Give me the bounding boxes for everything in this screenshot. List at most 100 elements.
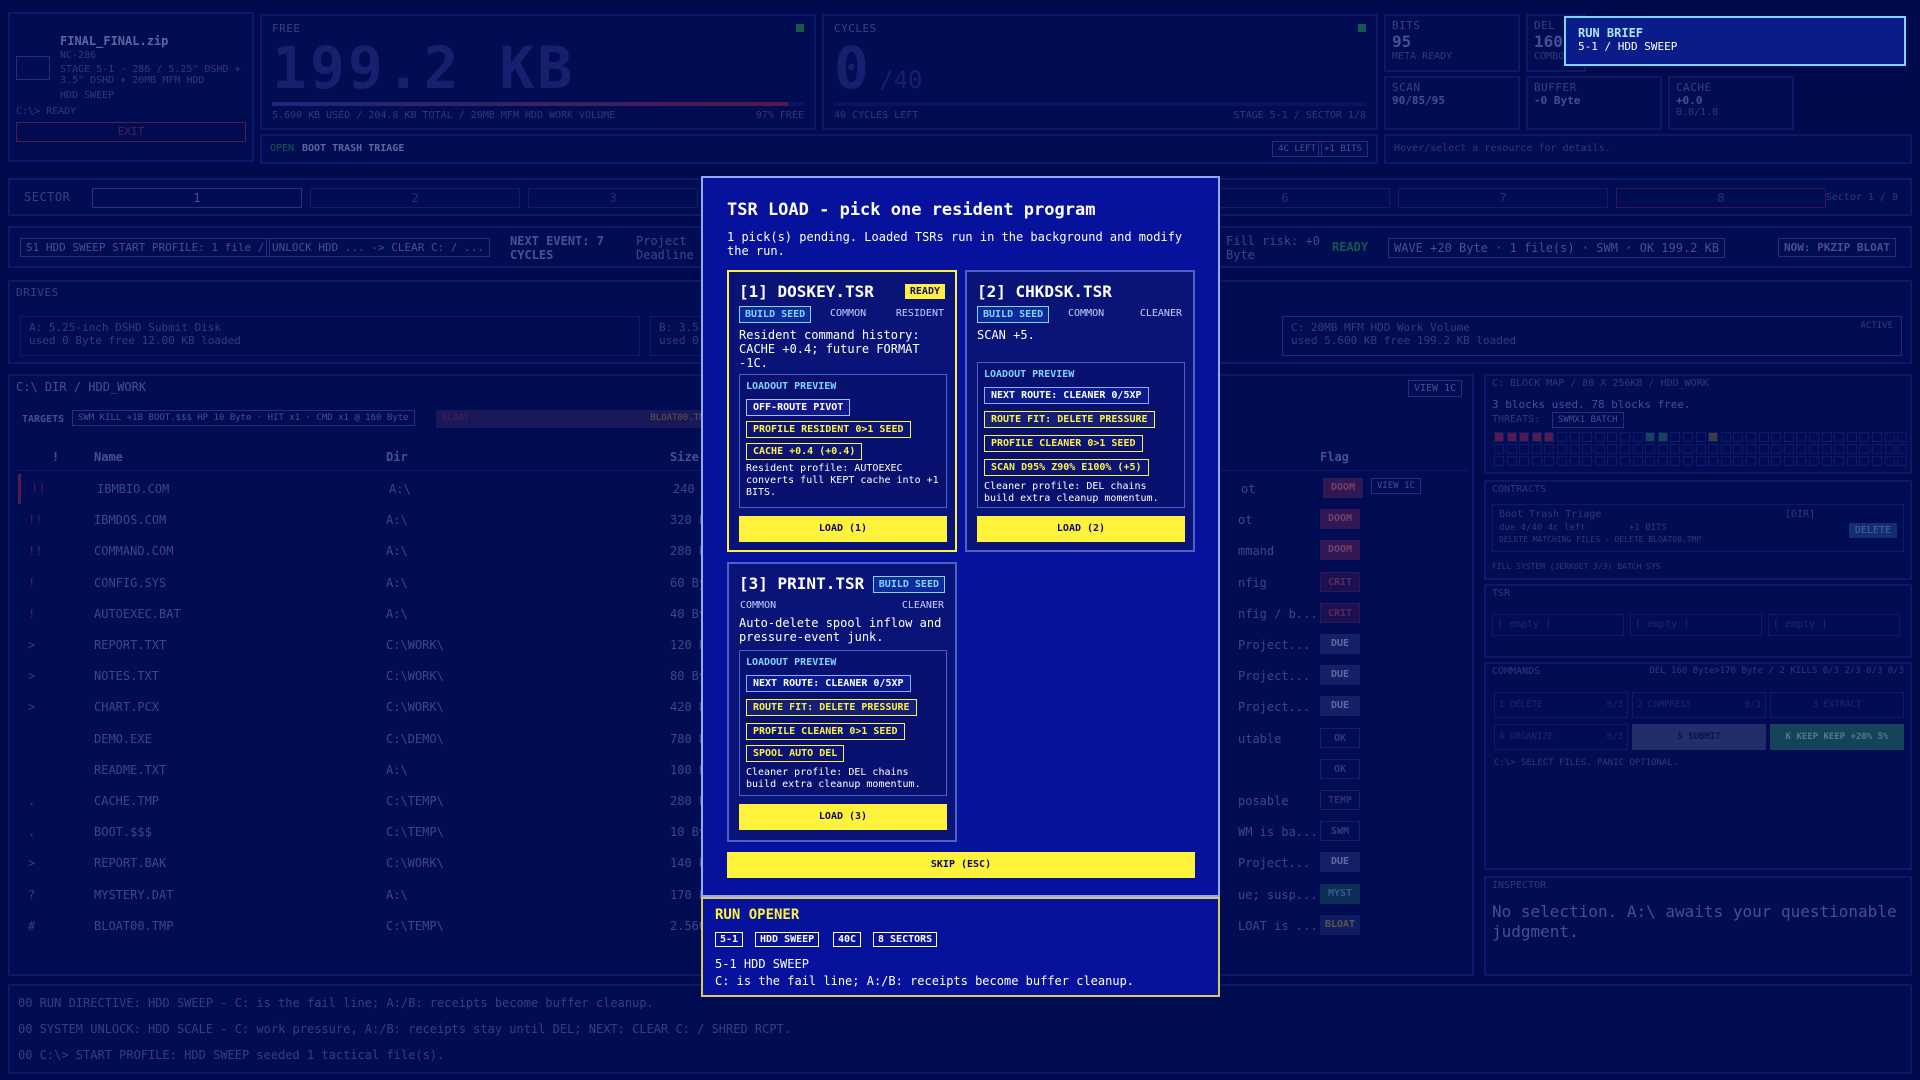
keep-button[interactable]: K KEEP KEEP +20% 5% (1770, 724, 1904, 750)
commands-summary: DEL 160 Byte>170 Byte / 2 KILLS 0/3 2/3 … (1649, 666, 1904, 676)
block-cell (1506, 444, 1517, 454)
sector-cell-3[interactable]: 3 (528, 188, 698, 208)
block-cell (1607, 444, 1618, 454)
tsr-card-chkdsk[interactable]: [2] CHKDSK.TSR BUILD SEED COMMON CLEANER… (965, 270, 1195, 552)
unlock-chip: UNLOCK HDD ... -> CLEAR C: / ... (266, 238, 490, 257)
tsr-slot-1[interactable]: [ empty ] (1492, 614, 1624, 636)
block-cell (1645, 432, 1656, 442)
block-cell (1771, 444, 1782, 454)
row-dir: C:\TEMP\ (386, 918, 444, 933)
block-cell (1531, 456, 1542, 466)
block-cell (1620, 432, 1630, 442)
contract-name: Boot Trash Triage (1499, 509, 1602, 520)
sector-cell-2[interactable]: 2 (310, 188, 520, 208)
tsr-slot-3[interactable]: [ empty ] (1768, 614, 1900, 636)
bits-label: BITS (1392, 19, 1421, 32)
sweep-chip: S1 HDD SWEEP START PROFILE: 1 file / (20, 238, 271, 257)
block-cell (1594, 432, 1605, 442)
block-cell (1632, 456, 1643, 466)
row-flag-badge: OK (1320, 727, 1360, 748)
bits-value: 95 (1392, 32, 1412, 51)
row-view-button[interactable]: VIEW 1C (1371, 478, 1421, 494)
run-brief[interactable]: RUN BRIEF 5-1 / HDD SWEEP (1564, 16, 1906, 66)
deadline-label: Project Deadline (636, 234, 694, 262)
row-name: MYSTERY.DAT (94, 887, 174, 902)
row-name: IBMDOS.COM (94, 513, 167, 528)
row-mark: ? (28, 887, 36, 902)
free-value: 199.2 KB (272, 34, 576, 102)
drive-c[interactable]: C: 20MB MFM HDD Work Volume used 5.600 K… (1282, 316, 1902, 356)
block-cell (1872, 432, 1882, 442)
drive-b-title: B: 3.5 (659, 321, 699, 334)
sector-cell-7[interactable]: 7 (1398, 188, 1608, 208)
ready-badge: READY (904, 284, 945, 299)
row-name: NOTES.TXT (94, 669, 160, 684)
col-size: Size (670, 450, 699, 464)
row-flag-badge: DOOM (1323, 478, 1363, 498)
row-mark: # (28, 918, 36, 933)
row-name: CHART.PCX (94, 700, 160, 715)
bits-sub: META READY (1392, 51, 1453, 62)
preview-note: Cleaner profile: DEL chains build extra … (746, 767, 921, 790)
load-1-button[interactable]: LOAD (1) (739, 516, 947, 542)
now-chip: NOW: PKZIP BLOAT (1778, 238, 1896, 257)
card-desc: SCAN +5. (977, 328, 1035, 342)
tsr-card-doskey[interactable]: [1] DOSKEY.TSR READY BUILD SEED COMMON R… (727, 270, 957, 552)
load-2-button[interactable]: LOAD (2) (977, 516, 1185, 542)
block-cell (1884, 432, 1895, 442)
sector-cell-1[interactable]: 1 (92, 188, 302, 208)
row-name: REPORT.TXT (94, 638, 167, 652)
block-cell (1708, 432, 1719, 442)
row-name: CACHE.TMP (94, 794, 160, 808)
block-cell (1632, 444, 1643, 454)
block-cell (1783, 432, 1794, 442)
tsr-card-print[interactable]: [3] PRINT.TSR BUILD SEED COMMON CLEANER … (727, 562, 957, 842)
extract-command-button[interactable]: 3 EXTRACT (1770, 692, 1904, 718)
row-dir: A:\ (389, 482, 411, 496)
load-3-button[interactable]: LOAD (3) (739, 804, 947, 830)
organize-command-button[interactable]: 4 ORGANIZE 0/3 (1494, 724, 1628, 750)
row-note: posable (1238, 794, 1289, 808)
log-line: 00 RUN DIRECTIVE: HDD SWEEP - C: is the … (18, 996, 654, 1010)
free-foot: 5.600 KB USED / 204.8 KB TOTAL / 20MB MF… (272, 110, 616, 121)
block-cell (1758, 456, 1769, 466)
target-bloat[interactable]: BLOAT BLOAT00.TMP (436, 410, 716, 428)
file-panel: FINAL_FINAL.zip NC-286 STAGE 5-1 - 286 /… (8, 12, 254, 162)
block-cell (1494, 432, 1504, 442)
target-bloat-name: BLOAT (442, 413, 470, 423)
block-cell (1859, 444, 1870, 454)
block-cell (1771, 456, 1782, 466)
row-name: DEMO.EXE (94, 731, 152, 746)
tsr-slot-2[interactable]: [ empty ] (1630, 614, 1762, 636)
view-button[interactable]: VIEW 1C (1408, 380, 1463, 397)
block-cell (1657, 456, 1668, 466)
target-swm[interactable]: SWM KILL +1B BOOT.$$$ HP 10 Byte · HIT x… (72, 410, 415, 426)
mode-label: HDD SWEEP (60, 90, 115, 101)
row-name: IBMBIO.COM (97, 482, 170, 496)
contract-card[interactable]: Boot Trash Triage [DIR] due 4/40 4c left… (1492, 504, 1904, 552)
block-cell (1733, 432, 1744, 442)
preview-chip: PROFILE RESIDENT 0>1 SEED (746, 421, 911, 438)
compress-command-button[interactable]: 2 COMPRESS 0/3 (1632, 692, 1766, 718)
card-desc: Auto-delete spool inflow and pressure-ev… (739, 616, 942, 644)
tsr-panel: TSR [ empty ] [ empty ] [ empty ] (1484, 584, 1912, 658)
preview-chip: NEXT ROUTE: CLEANER 0/5XP (984, 387, 1149, 404)
row-flag-badge: CRIT (1320, 571, 1360, 592)
opener-line-2: C: is the fail line; A:/B: receipts beco… (715, 974, 1135, 988)
row-flag-badge: BLOAT (1320, 914, 1360, 935)
block-cell (1620, 456, 1630, 466)
skip-button[interactable]: SKIP (ESC) (727, 852, 1195, 878)
block-cell (1506, 432, 1517, 442)
sector-cell-8[interactable]: 8 (1616, 188, 1826, 208)
block-cell (1846, 432, 1857, 442)
delete-command-button[interactable]: 1 DELETE 0/3 (1494, 692, 1628, 718)
contract-delete-button[interactable]: DELETE (1848, 523, 1897, 538)
block-cell (1645, 456, 1656, 466)
block-cell (1594, 444, 1605, 454)
block-cell (1846, 456, 1857, 466)
log-line: 00 C:\> START PROFILE: HDD SWEEP seeded … (18, 1048, 445, 1062)
exit-button[interactable]: EXIT (16, 122, 246, 142)
drive-a[interactable]: A: 5.25-inch DSHD Submit Disk used 0 Byt… (20, 316, 640, 356)
submit-button[interactable]: S SUBMIT (1632, 724, 1766, 750)
buffer-stat: BUFFER -0 Byte (1526, 76, 1662, 130)
